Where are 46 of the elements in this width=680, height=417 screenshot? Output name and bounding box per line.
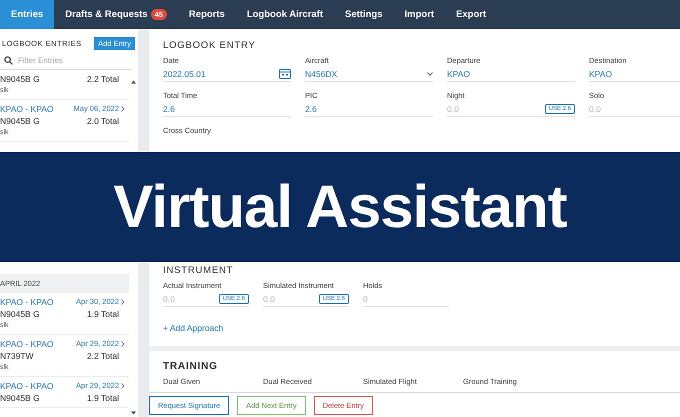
total-time: 1.9 Total	[87, 308, 120, 320]
section-title: TRAINING	[163, 361, 219, 372]
total-time: 2.0 Total	[87, 115, 120, 127]
input-field[interactable]: KPAO	[447, 68, 575, 78]
input-field[interactable]: 0.0	[447, 104, 545, 114]
input-field[interactable]: N456DX	[305, 68, 427, 78]
filter-field[interactable]: Filter Entries	[18, 56, 128, 65]
tail-number: N739TW	[0, 350, 34, 362]
tail-number: N9045B G	[0, 392, 40, 404]
search-icon	[4, 56, 13, 65]
input-field[interactable]: KPAO	[589, 68, 680, 78]
input-field[interactable]: 2.6	[163, 104, 291, 114]
input-field[interactable]: 2.6	[305, 104, 433, 114]
calendar-icon[interactable]	[279, 68, 291, 78]
section-title: INSTRUMENT	[163, 265, 234, 276]
route-text: KPAO - KPAO	[0, 338, 54, 350]
nav-tab[interactable]: Entries	[0, 0, 54, 29]
chevron-right-icon	[121, 341, 125, 347]
banner-title: Virtual Assistant	[113, 177, 567, 237]
chevron-right-icon	[121, 383, 125, 389]
chevron-right-icon	[121, 299, 125, 305]
section-title: LOGBOOK ENTRY	[163, 40, 257, 51]
nav-tab[interactable]: Export	[445, 0, 498, 29]
tail-number: N9045B G	[0, 73, 40, 85]
chevron-right-icon	[121, 106, 125, 112]
total-time: 2.2 Total	[87, 350, 120, 362]
scroll-up-icon[interactable]	[131, 80, 136, 84]
scroll-down-icon[interactable]	[131, 411, 136, 415]
chevron-down-icon[interactable]	[427, 72, 433, 76]
input-field[interactable]: 2022.05.01	[163, 68, 279, 78]
nav-tab[interactable]: Settings	[334, 0, 394, 29]
nav-tab[interactable]: Import	[394, 0, 446, 29]
input-field[interactable]: 0.0	[163, 294, 219, 304]
nav-tab[interactable]: Logbook Aircraft	[236, 0, 334, 29]
route-text: KPAO - KPAO	[0, 296, 54, 308]
total-time: 1.9 Total	[87, 392, 120, 404]
tail-number: N9045B G	[0, 115, 40, 127]
tail-number: N9045B G	[0, 308, 40, 320]
add-approach-link[interactable]: + Add Approach	[163, 323, 224, 333]
input-field[interactable]: 0.0	[263, 294, 319, 304]
route-text: KPAO - KPAO	[0, 103, 54, 115]
input-field[interactable]: 0	[363, 294, 449, 304]
route-text: KPAO - KPAO	[0, 380, 54, 392]
nav-tab[interactable]: Reports	[178, 0, 236, 29]
total-time: 2.2 Total	[87, 73, 120, 85]
input-field[interactable]: 0.0	[589, 104, 680, 114]
